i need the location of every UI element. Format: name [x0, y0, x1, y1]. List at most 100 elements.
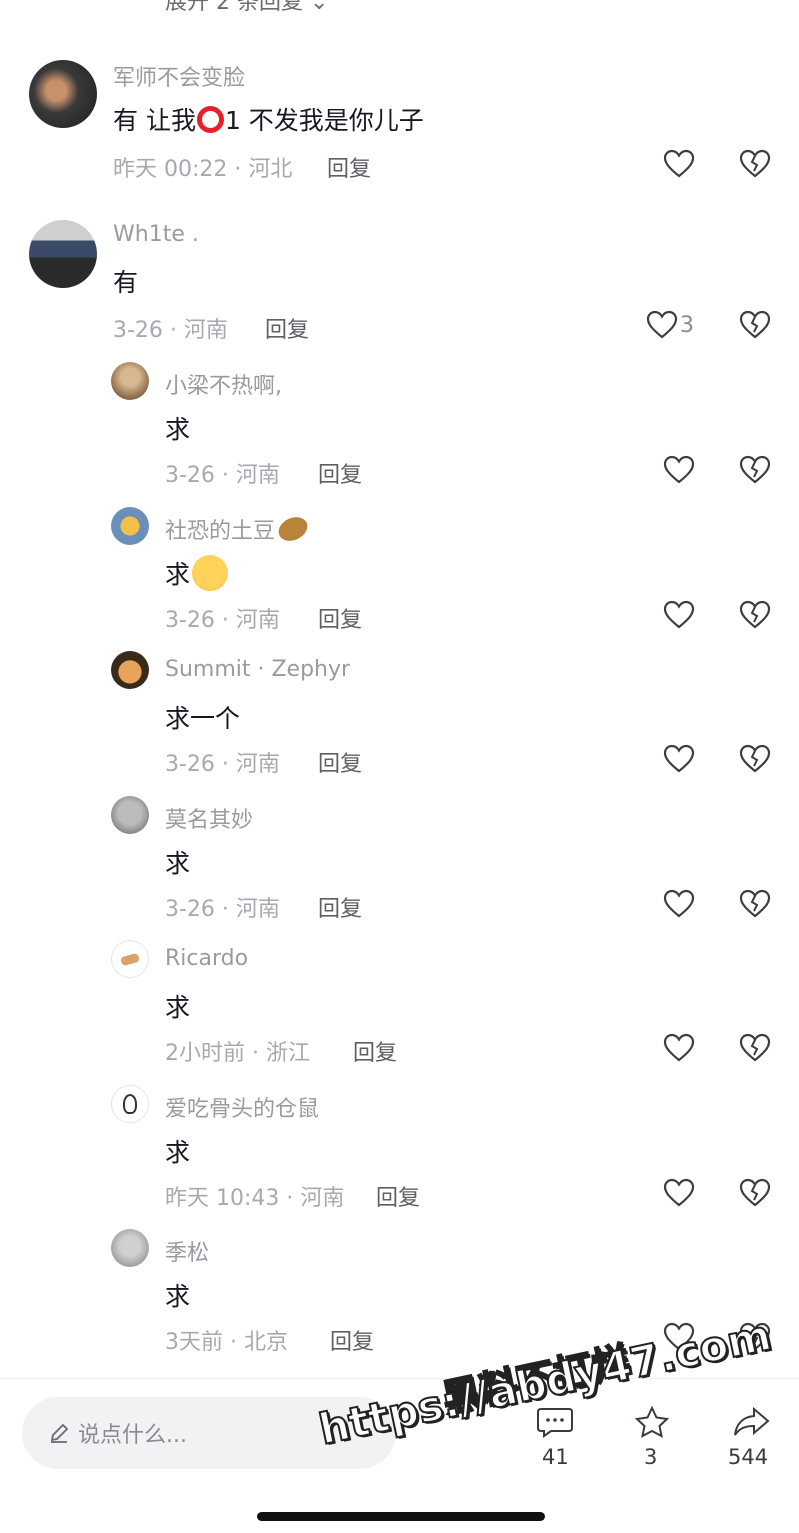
avatar-image [120, 952, 140, 966]
like-button[interactable] [663, 149, 697, 179]
comment-text-part: 1 不发我是你儿子 [224, 106, 424, 135]
reply-username[interactable]: Summit · Zephyr [165, 657, 350, 682]
avatar[interactable] [111, 796, 149, 834]
broken-heart-icon [739, 1033, 771, 1062]
reply-text: 求 [165, 415, 191, 444]
like-button[interactable] [663, 455, 697, 485]
reply-button[interactable]: 回复 [318, 602, 362, 634]
heart-outline-icon [663, 744, 695, 773]
comment-username[interactable]: 军师不会变脸 [113, 60, 245, 92]
reply-button[interactable]: 回复 [327, 151, 371, 183]
broken-heart-icon [739, 600, 771, 629]
reply-text: 求 [165, 993, 191, 1022]
reply-text: 求 [165, 1138, 191, 1167]
dislike-button[interactable] [739, 1178, 771, 1208]
reply-meta: 昨天 10:43 · 河南 [165, 1186, 345, 1211]
comment-meta: 昨天 00:22 · 河北 [113, 157, 293, 182]
dislike-button[interactable] [739, 149, 771, 179]
broken-heart-icon [739, 1178, 771, 1207]
reply-meta: 3-26 · 河南 [165, 463, 280, 488]
comment-username[interactable]: Wh1te . [113, 222, 199, 247]
heart-outline-icon [663, 889, 695, 918]
reply-meta: 3-26 · 河南 [165, 897, 280, 922]
reply-text-part: 求 [165, 560, 191, 589]
comment-text-part: 有 让我 [113, 106, 196, 135]
potato-emoji [274, 512, 312, 546]
reply-button[interactable]: 回复 [265, 312, 309, 344]
avatar[interactable] [111, 1085, 149, 1123]
reply-text: 求 [165, 849, 191, 878]
comment-count-button[interactable]: 41 [530, 1399, 580, 1479]
share-button[interactable]: 544 [722, 1399, 782, 1479]
dislike-button[interactable] [739, 889, 771, 919]
like-button[interactable]: 3 [646, 310, 706, 340]
like-button[interactable] [663, 889, 697, 919]
reply-text: 求一个 [165, 704, 241, 733]
like-button[interactable] [663, 600, 697, 630]
reply-button[interactable]: 回复 [330, 1324, 374, 1356]
heart-outline-icon [663, 455, 695, 484]
avatar[interactable] [111, 1229, 149, 1267]
broken-heart-icon [739, 744, 771, 773]
reply-username-text: 社恐的土豆 [165, 519, 276, 544]
comment-meta: 3-26 · 河南 [113, 318, 228, 343]
reply-username[interactable]: Ricardo [165, 946, 248, 971]
heart-outline-icon [663, 1178, 695, 1207]
reply-meta: 2小时前 · 浙江 [165, 1041, 310, 1066]
pen-icon [50, 1423, 69, 1443]
star-icon [634, 1405, 670, 1438]
reply-username[interactable]: 爱吃骨头的仓鼠 [165, 1091, 319, 1123]
like-button[interactable] [663, 1033, 697, 1063]
reply-username[interactable]: 社恐的土豆 [165, 512, 312, 546]
dislike-button[interactable] [739, 1033, 771, 1063]
reply-meta: 3-26 · 河南 [165, 752, 280, 777]
reply-text: 求 [165, 1282, 191, 1311]
avatar[interactable] [111, 651, 149, 689]
reply-username[interactable]: 季松 [165, 1235, 209, 1267]
avatar[interactable] [111, 507, 149, 545]
heart-outline-icon [663, 600, 695, 629]
like-button[interactable] [663, 1178, 697, 1208]
comment-text: 有 让我 1 不发我是你儿子 [113, 101, 424, 137]
dislike-button[interactable] [739, 455, 771, 485]
reply-meta: 3-26 · 河南 [165, 608, 280, 633]
heart-outline-icon [663, 1033, 695, 1062]
expand-replies-link[interactable]: 展开 2 条回复 ⌄ [165, 0, 328, 16]
reply-button[interactable]: 回复 [318, 891, 362, 923]
like-button[interactable] [663, 744, 697, 774]
comment-text: 有 [113, 268, 139, 297]
star-count: 3 [644, 1445, 658, 1469]
broken-heart-icon [739, 149, 771, 178]
home-indicator[interactable] [257, 1512, 545, 1521]
reply-username[interactable]: 莫名其妙 [165, 802, 253, 834]
reply-button[interactable]: 回复 [318, 746, 362, 778]
reply-button[interactable]: 回复 [376, 1180, 420, 1212]
reply-button[interactable]: 回复 [353, 1035, 397, 1067]
comment-input-placeholder: 说点什么... [78, 1423, 187, 1448]
share-count: 544 [728, 1445, 769, 1469]
heart-outline-icon [663, 149, 695, 178]
avatar[interactable] [111, 940, 149, 978]
comment-bubble-icon [537, 1408, 573, 1438]
pleading-emoji [192, 555, 229, 591]
dislike-button[interactable] [739, 744, 771, 774]
avatar[interactable] [29, 60, 97, 128]
avatar[interactable] [29, 220, 97, 288]
reply-text: 求 [165, 555, 229, 591]
broken-heart-icon [739, 455, 771, 484]
share-arrow-icon [734, 1406, 770, 1436]
broken-heart-icon [739, 310, 771, 339]
avatar[interactable] [111, 362, 149, 400]
dislike-button[interactable] [739, 600, 771, 630]
comment-count: 41 [542, 1445, 569, 1469]
red-circle-emoji [196, 105, 224, 133]
like-count: 3 [680, 312, 694, 338]
heart-outline-icon [646, 310, 678, 339]
broken-heart-icon [739, 889, 771, 918]
dislike-button[interactable] [739, 310, 771, 340]
reply-meta: 3天前 · 北京 [165, 1330, 288, 1355]
favorite-button[interactable]: 3 [630, 1399, 674, 1479]
reply-button[interactable]: 回复 [318, 457, 362, 489]
avatar-image [123, 1094, 137, 1114]
reply-username[interactable]: 小梁不热啊, [165, 368, 282, 400]
